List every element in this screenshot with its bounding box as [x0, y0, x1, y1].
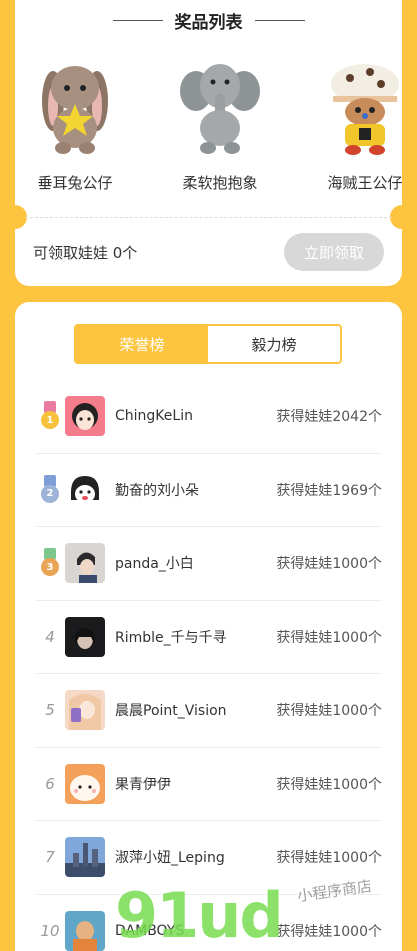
ranking-row[interactable]: 4 Rimble_千与千寻 获得娃娃1000个 [35, 601, 382, 674]
user-name: 淑萍小妞_Leping [115, 850, 225, 867]
prize-item[interactable]: 海贼王公仔 [305, 56, 402, 193]
tab-perseverance[interactable]: 毅力榜 [208, 326, 340, 362]
avatar [65, 543, 105, 584]
user-name: ChingKeLin [115, 408, 193, 425]
doll-count: 获得娃娃1000个 [276, 629, 382, 646]
claim-row: 可领取娃娃 0个 立即领取 [33, 232, 384, 272]
prize-item[interactable]: 垂耳兔公仔 [15, 56, 135, 193]
silver-medal-icon: 2 [41, 474, 59, 505]
ranking-row[interactable]: 6 果青伊伊 获得娃娃1000个 [35, 748, 382, 821]
rank-number: 7 [45, 848, 55, 867]
title-line-right [254, 20, 305, 21]
prize-name: 垂耳兔公仔 [37, 174, 113, 192]
claim-now-button[interactable]: 立即领取 [284, 233, 384, 271]
rank-position: 6 [35, 775, 65, 793]
avatar [65, 763, 105, 804]
avatar [65, 396, 105, 437]
ranking-row[interactable]: 1 ChingKeLin 获得娃娃2042个 [35, 380, 382, 454]
prize-name: 柔软抱抱象 [182, 174, 258, 192]
rank-position: 1 [35, 401, 65, 431]
prize-list-header: 奖品列表 [15, 8, 402, 33]
avatar [65, 616, 105, 657]
bunny-plush-image [25, 56, 125, 156]
rank-position: 3 [35, 548, 65, 578]
prize-list-title: 奖品列表 [174, 13, 243, 33]
doll-count: 获得娃娃1000个 [276, 850, 382, 867]
doll-count: 获得娃娃1000个 [276, 776, 382, 793]
ranking-list: 1 ChingKeLin 获得娃娃2042个 2 勤奋的刘小朵 获得娃娃1969… [35, 380, 382, 951]
user-name: DAMBOYS [115, 922, 185, 939]
prize-card: 奖品列表 垂耳兔公仔 柔软抱抱象 海贼王公仔 可领取娃娃 0个 立即领取 [3, 0, 414, 286]
bronze-medal-icon: 3 [41, 548, 59, 578]
user-name: 勤奋的刘小朵 [115, 482, 199, 499]
doll-count: 获得娃娃1969个 [276, 482, 382, 499]
avatar [65, 469, 105, 510]
ranking-row[interactable]: 5 晨晨Point_Vision 获得娃娃1000个 [35, 674, 382, 748]
rank-number: 5 [45, 701, 55, 720]
rank-position: 2 [35, 474, 65, 505]
rank-position: 5 [35, 701, 65, 719]
ranking-row[interactable]: 10 DAMBOYS 获得娃娃1000个 [35, 895, 382, 951]
avatar [65, 837, 105, 878]
prize-carousel[interactable]: 垂耳兔公仔 柔软抱抱象 海贼王公仔 [15, 56, 402, 206]
ranking-row[interactable]: 7 淑萍小妞_Leping 获得娃娃1000个 [35, 821, 382, 895]
user-name: Rimble_千与千寻 [115, 629, 227, 646]
ranking-card: 荣誉榜 毅力榜 1 ChingKeLin 获得娃娃2042个 2 勤奋的刘小朵 … [15, 302, 402, 951]
ticket-notch-left [3, 205, 27, 229]
user-name: 果青伊伊 [115, 776, 171, 793]
elephant-plush-image [170, 56, 270, 156]
ranking-row[interactable]: 2 勤奋的刘小朵 获得娃娃1969个 [35, 454, 382, 527]
user-name: panda_小白 [115, 556, 194, 573]
ranking-tabs: 荣誉榜 毅力榜 [74, 324, 342, 364]
chopper-plush-image [315, 56, 402, 156]
rank-position: 7 [35, 848, 65, 866]
tab-honor[interactable]: 荣誉榜 [76, 326, 208, 362]
dashed-divider [25, 217, 392, 218]
gold-medal-icon: 1 [41, 401, 59, 431]
doll-count: 获得娃娃1000个 [276, 923, 382, 940]
claimable-count: 可领取娃娃 0个 [33, 243, 138, 262]
user-name: 晨晨Point_Vision [115, 703, 227, 720]
rank-position: 4 [35, 628, 65, 646]
prize-item[interactable]: 柔软抱抱象 [160, 56, 280, 193]
ranking-row[interactable]: 3 panda_小白 获得娃娃1000个 [35, 527, 382, 601]
rank-number: 10 [40, 921, 60, 940]
doll-count: 获得娃娃2042个 [276, 409, 382, 426]
rank-number: 4 [45, 627, 55, 646]
doll-count: 获得娃娃1000个 [276, 556, 382, 573]
rank-number: 6 [45, 774, 55, 793]
ticket-notch-right [390, 205, 414, 229]
avatar [65, 690, 105, 731]
avatar [65, 910, 105, 951]
rank-position: 10 [35, 922, 65, 940]
doll-count: 获得娃娃1000个 [276, 703, 382, 720]
title-line-left [112, 20, 163, 21]
prize-name: 海贼王公仔 [327, 174, 402, 192]
